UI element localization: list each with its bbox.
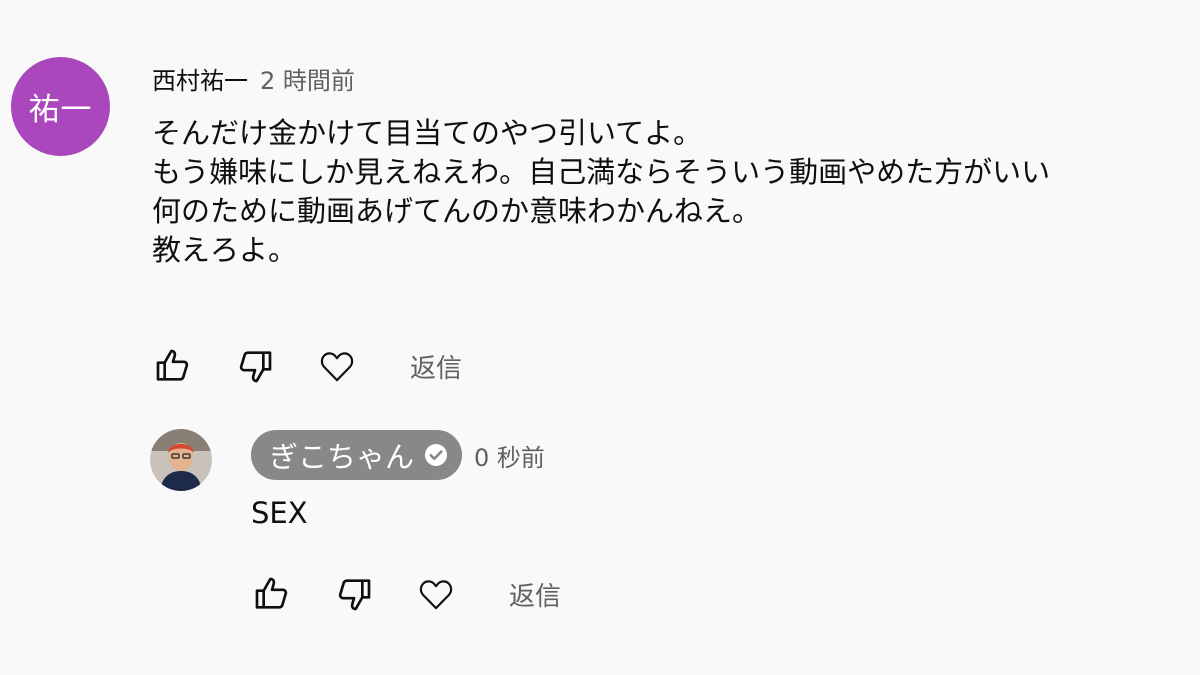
thumbs-up-icon — [156, 349, 189, 381]
avatar-initials: 祐一 — [28, 92, 93, 128]
comment-line: そんだけ金かけて目当てのやつ引いてよ。 — [152, 116, 703, 150]
profile-photo-icon — [150, 429, 212, 491]
comment-line: もう嫌味にしか見えねえわ。自己満ならそういう動画やめた方がいい — [152, 155, 1051, 189]
heart-icon — [320, 352, 354, 382]
reply-reply-button[interactable]: 返信 — [503, 572, 567, 617]
comment-line: 教えろよ。 — [152, 233, 298, 267]
comment-author[interactable]: 西村祐一 — [152, 61, 248, 96]
commenter-avatar[interactable]: 祐一 — [11, 57, 110, 156]
verified-check-icon — [425, 444, 448, 466]
reply-author: ぎこちゃん — [269, 440, 415, 474]
reply-text: SEX — [251, 496, 308, 530]
reply-like-button[interactable] — [249, 571, 295, 617]
reply-button[interactable]: 返信 — [404, 344, 468, 389]
reply-actions: 返信 — [249, 571, 567, 617]
reply-timestamp[interactable]: 0 秒前 — [474, 438, 545, 473]
heart-icon — [419, 580, 453, 610]
comment-timestamp[interactable]: 2 時間前 — [260, 61, 355, 96]
reply-comment: ぎこちゃん 0 秒前 SEX — [251, 430, 545, 532]
comment-line: 何のために動画あげてんのか意味わかんねえ。 — [152, 194, 762, 228]
thumbs-up-icon — [255, 577, 288, 609]
thumbs-down-icon — [239, 351, 272, 383]
comment-text: そんだけ金かけて目当てのやつ引いてよ。 もう嫌味にしか見えねえわ。自己満ならそう… — [152, 114, 1200, 270]
reply-heart-button[interactable] — [413, 571, 459, 617]
dislike-button[interactable] — [232, 343, 278, 389]
comment-actions: 返信 — [150, 343, 468, 389]
reply-dislike-button[interactable] — [331, 571, 377, 617]
reply-header: ぎこちゃん 0 秒前 — [251, 430, 545, 480]
thumbs-down-icon — [338, 579, 371, 611]
comment-header: 西村祐一 2 時間前 — [152, 58, 1200, 98]
like-button[interactable] — [150, 343, 196, 389]
comment: 西村祐一 2 時間前 そんだけ金かけて目当てのやつ引いてよ。 もう嫌味にしか見え… — [152, 58, 1200, 270]
reply-avatar[interactable] — [150, 429, 212, 491]
comment-thread: 祐一 西村祐一 2 時間前 そんだけ金かけて目当てのやつ引いてよ。 もう嫌味にし… — [0, 0, 1200, 675]
reply-author-chip[interactable]: ぎこちゃん — [251, 430, 463, 480]
heart-button[interactable] — [314, 343, 360, 389]
